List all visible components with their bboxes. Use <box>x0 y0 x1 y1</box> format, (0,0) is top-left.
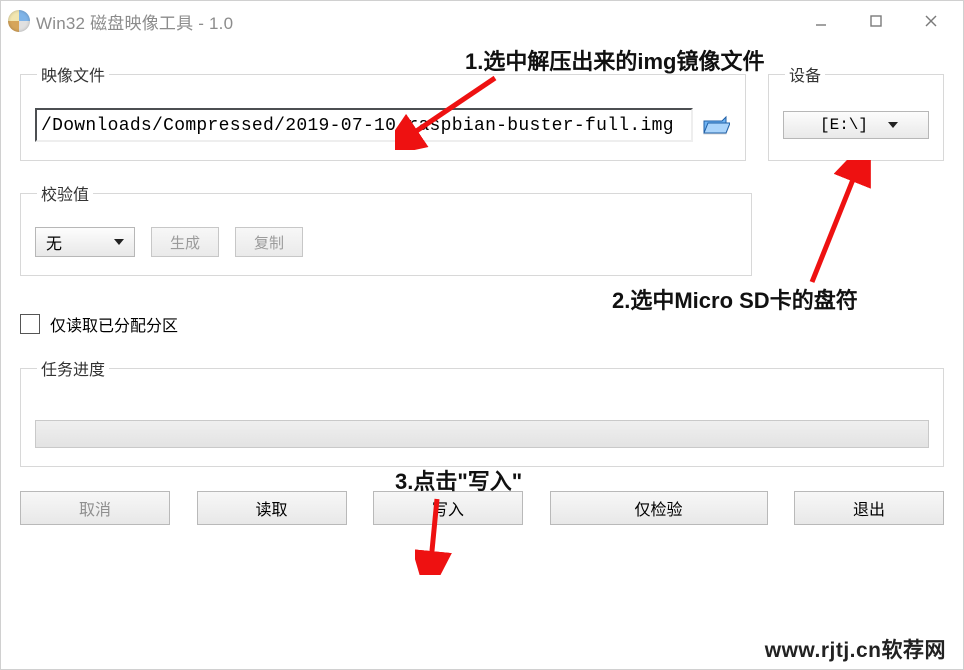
watermark-text: www.rjtj.cn软荐网 <box>765 634 946 664</box>
hash-mode-dropdown[interactable]: 无 <box>35 227 135 257</box>
read-allocated-label: 仅读取已分配分区 <box>50 312 178 336</box>
maximize-button[interactable] <box>848 1 903 41</box>
cancel-button[interactable]: 取消 <box>20 491 170 525</box>
hash-copy-button[interactable]: 复制 <box>235 227 303 257</box>
hash-mode-value: 无 <box>46 230 62 254</box>
folder-open-icon <box>702 113 730 137</box>
image-path-input[interactable]: /Downloads/Compressed/2019-07-10-raspbia… <box>35 108 693 142</box>
device-group: 设备 [E:\] <box>768 62 944 161</box>
hash-group: 校验值 无 生成 复制 <box>20 181 752 276</box>
write-button[interactable]: 写入 <box>373 491 523 525</box>
exit-button[interactable]: 退出 <box>794 491 944 525</box>
image-file-label: 映像文件 <box>37 62 109 86</box>
read-button[interactable]: 读取 <box>197 491 347 525</box>
chevron-down-icon <box>888 122 898 128</box>
device-selected: [E:\] <box>820 116 868 134</box>
progress-label: 任务进度 <box>37 356 109 380</box>
device-label: 设备 <box>785 62 825 86</box>
browse-button[interactable] <box>701 110 731 140</box>
read-allocated-checkbox[interactable] <box>20 314 40 334</box>
app-icon <box>8 10 30 32</box>
hash-generate-button[interactable]: 生成 <box>151 227 219 257</box>
close-button[interactable] <box>903 1 958 41</box>
image-file-group: 映像文件 /Downloads/Compressed/2019-07-10-ra… <box>20 62 746 161</box>
progress-bar <box>35 420 929 448</box>
verify-button[interactable]: 仅检验 <box>550 491 768 525</box>
device-dropdown[interactable]: [E:\] <box>783 111 929 139</box>
hash-label: 校验值 <box>37 181 93 205</box>
window-title: Win32 磁盘映像工具 - 1.0 <box>36 9 233 34</box>
progress-group: 任务进度 <box>20 356 944 467</box>
chevron-down-icon <box>114 239 124 245</box>
minimize-button[interactable] <box>793 1 848 41</box>
